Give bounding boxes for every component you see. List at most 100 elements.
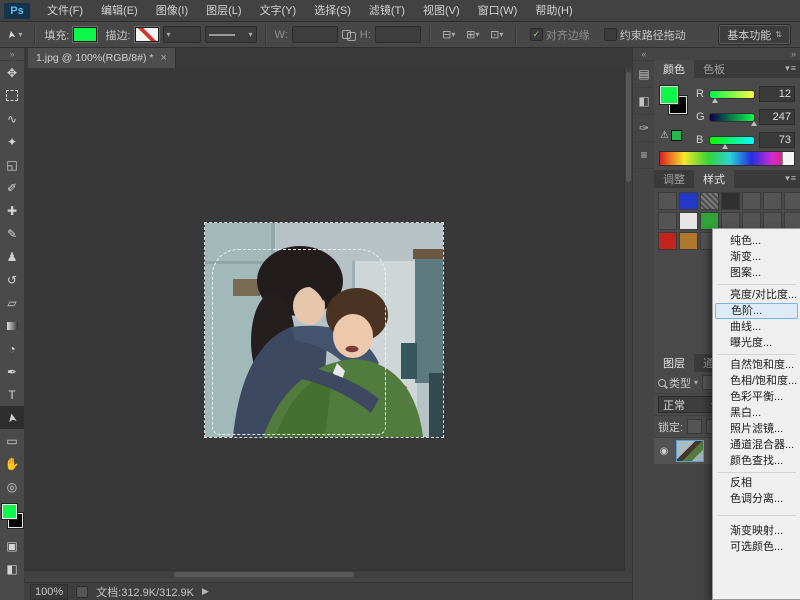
quick-selection-tool[interactable]: ✦	[0, 130, 24, 153]
menubar-item-window[interactable]: 窗口(W)	[469, 0, 527, 22]
expand-dock-icon[interactable]: «	[633, 48, 655, 61]
style-swatch[interactable]	[763, 192, 782, 210]
type-tool-tool[interactable]: T	[0, 383, 24, 406]
path-operations-button[interactable]: ⊟▾	[439, 26, 459, 44]
style-swatch[interactable]	[658, 212, 677, 230]
stroke-color-swatch[interactable]	[135, 27, 159, 42]
tab-adjustments[interactable]: 调整	[654, 170, 694, 188]
constrain-path-checkbox[interactable]: 约束路径拖动	[604, 27, 686, 43]
brush-panel-icon[interactable]: ✑	[633, 115, 655, 142]
style-swatch[interactable]	[679, 232, 698, 250]
menubar-item-edit[interactable]: 编辑(E)	[92, 0, 147, 22]
menubar-item-view[interactable]: 视图(V)	[414, 0, 469, 22]
adjustments-panel-icon[interactable]: ▤	[633, 61, 655, 88]
menu-item[interactable]: 色阶...	[715, 303, 798, 319]
path-alignment-button[interactable]: ⊞▾	[463, 26, 483, 44]
photo-image[interactable]	[205, 223, 443, 437]
brush-tool[interactable]: ✎	[0, 222, 24, 245]
link-dimensions-icon[interactable]	[342, 30, 356, 40]
zoom-level-field[interactable]: 100%	[30, 584, 68, 600]
style-swatch[interactable]	[700, 192, 719, 210]
style-swatch[interactable]	[679, 192, 698, 210]
tool-preset-button[interactable]: ➤ ▾	[4, 29, 26, 40]
menu-item[interactable]: 色调分离...	[713, 491, 800, 507]
pen-tool[interactable]: ✒	[0, 360, 24, 383]
tab-styles[interactable]: 样式	[694, 170, 734, 188]
style-swatch[interactable]	[658, 192, 677, 210]
style-swatch[interactable]	[784, 192, 800, 210]
close-icon[interactable]: ×	[160, 52, 166, 64]
menu-item[interactable]: 可选颜色...	[713, 539, 800, 555]
collapse-tools-icon[interactable]: »	[0, 48, 24, 61]
collapse-panels-icon[interactable]: »	[791, 49, 796, 59]
character-panel-icon[interactable]: ◧	[633, 88, 655, 115]
foreground-color-swatch[interactable]	[660, 86, 678, 104]
eyedropper-tool[interactable]: ✐	[0, 176, 24, 199]
green-slider[interactable]	[709, 113, 755, 122]
blue-slider[interactable]	[709, 136, 755, 145]
path-selection-tool[interactable]: ➤	[0, 406, 24, 429]
menu-item[interactable]: 渐变...	[713, 249, 800, 265]
marquee-tool[interactable]	[0, 84, 24, 107]
menu-item[interactable]: 黑白...	[713, 405, 800, 421]
menu-item[interactable]: 色彩平衡...	[713, 389, 800, 405]
dodge-tool[interactable]: ◔	[0, 337, 24, 360]
clone-source-panel-icon[interactable]: ≡	[633, 142, 655, 169]
style-swatch[interactable]	[658, 232, 677, 250]
tab-color[interactable]: 颜色	[654, 60, 694, 78]
menubar-item-type[interactable]: 文字(Y)	[251, 0, 306, 22]
menu-item[interactable]: 通道混合器...	[713, 437, 800, 453]
style-swatch[interactable]	[679, 212, 698, 230]
shape-tool[interactable]: ▭	[0, 429, 24, 452]
panel-menu-icon[interactable]: ▾≡	[785, 173, 797, 184]
kind-filter-dropdown[interactable]: 类型 ▾	[658, 375, 698, 391]
spot-healing-tool[interactable]: ✚	[0, 199, 24, 222]
eraser-tool[interactable]: ▱	[0, 291, 24, 314]
layer-thumbnail[interactable]	[676, 440, 704, 462]
foreground-color-swatch[interactable]	[2, 504, 17, 519]
color-spectrum-ramp[interactable]	[659, 151, 795, 166]
blue-value[interactable]: 73	[759, 132, 795, 148]
shape-height-input[interactable]	[375, 26, 421, 43]
menu-item[interactable]: 图案...	[713, 265, 800, 281]
screen-mode-button[interactable]: ◧	[0, 557, 24, 580]
tab-layers[interactable]: 图层	[654, 354, 694, 372]
menu-item[interactable]: 曝光度...	[713, 335, 800, 351]
menu-item[interactable]: 色相/饱和度...	[713, 373, 800, 389]
panel-menu-icon[interactable]: ▾≡	[785, 63, 797, 74]
gradient-tool[interactable]	[0, 314, 24, 337]
style-swatch[interactable]	[721, 192, 740, 210]
menubar-item-select[interactable]: 选择(S)	[305, 0, 360, 22]
menu-item[interactable]: 亮度/对比度...	[713, 287, 800, 303]
canvas-area[interactable]	[24, 68, 632, 578]
menubar-item-layer[interactable]: 图层(L)	[197, 0, 250, 22]
stroke-width-field[interactable]: ▾	[163, 26, 201, 43]
menu-item[interactable]: 自然饱和度...	[713, 357, 800, 373]
crop-tool[interactable]: ◱	[0, 153, 24, 176]
hand-tool[interactable]: ✋	[0, 452, 24, 475]
menubar-item-filter[interactable]: 滤镜(T)	[360, 0, 414, 22]
layer-visibility-eye-icon[interactable]: ◉	[657, 446, 671, 457]
green-value[interactable]: 247	[759, 109, 795, 125]
shape-width-input[interactable]	[292, 26, 338, 43]
move-tool[interactable]: ✥	[0, 61, 24, 84]
clone-stamp-tool[interactable]: ♟	[0, 245, 24, 268]
canvas-horizontal-scrollbar[interactable]	[24, 570, 625, 578]
menubar-item-help[interactable]: 帮助(H)	[526, 0, 581, 22]
blend-mode-dropdown[interactable]: 正常 ▾	[658, 396, 720, 413]
menu-item[interactable]: 纯色...	[713, 233, 800, 249]
white-swatch[interactable]	[782, 152, 794, 165]
gamut-warning[interactable]: ⚠	[660, 130, 682, 141]
menu-item[interactable]: 照片滤镜...	[713, 421, 800, 437]
align-edges-checkbox[interactable]: ✓ 对齐边缘	[530, 27, 590, 43]
document-tab[interactable]: 1.jpg @ 100%(RGB/8#) * ×	[28, 48, 176, 68]
workspace-switcher[interactable]: 基本功能 ⇅	[719, 25, 790, 44]
menu-item[interactable]: 渐变映射...	[713, 523, 800, 539]
style-swatch[interactable]	[742, 192, 761, 210]
lasso-tool[interactable]: ∿	[0, 107, 24, 130]
zoom-tool-tool[interactable]: ◎	[0, 475, 24, 498]
stroke-style-dropdown[interactable]: ▾	[205, 26, 257, 43]
fill-color-swatch[interactable]	[73, 27, 97, 42]
status-menu-arrow-icon[interactable]: ▶	[202, 586, 209, 597]
menubar-item-image[interactable]: 图像(I)	[147, 0, 197, 22]
